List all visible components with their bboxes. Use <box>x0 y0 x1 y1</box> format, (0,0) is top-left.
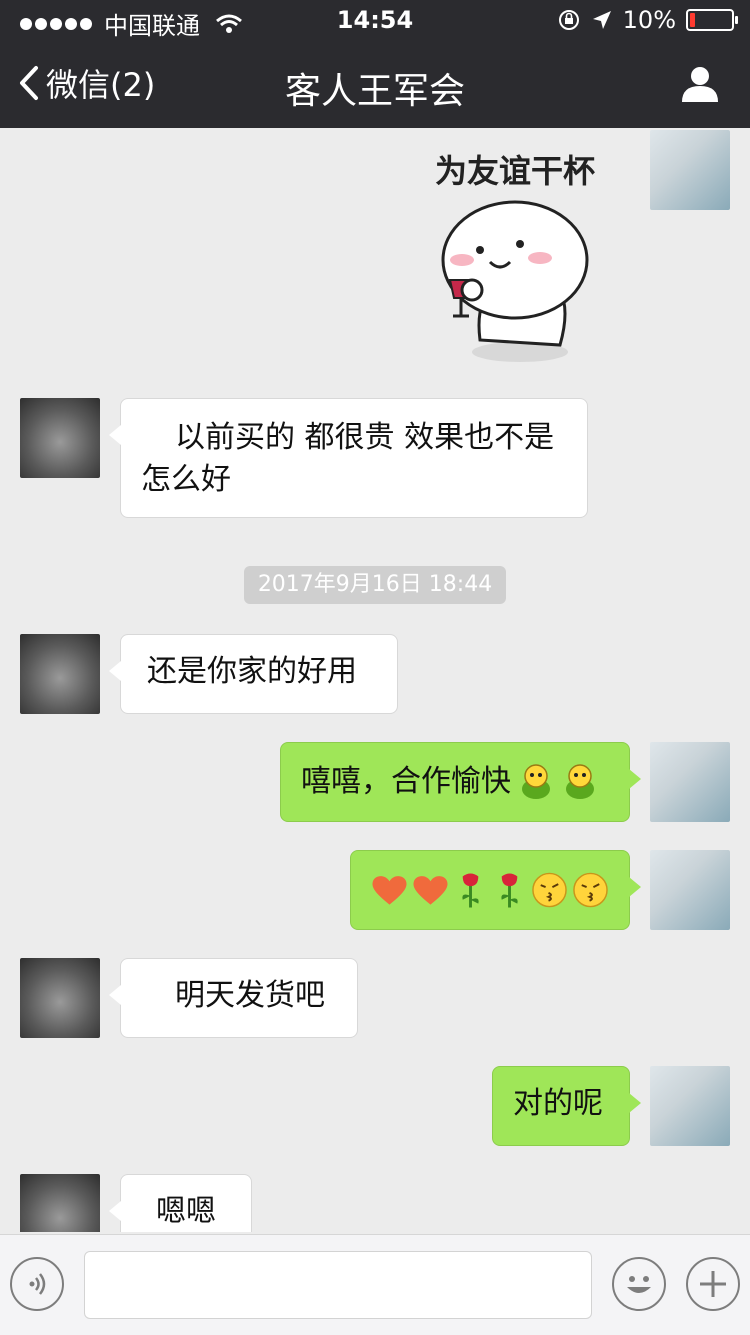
contact-avatar[interactable] <box>20 958 100 1038</box>
input-bar <box>0 1234 750 1335</box>
my-avatar[interactable] <box>650 130 730 210</box>
profile-button[interactable] <box>680 64 720 104</box>
my-avatar[interactable] <box>650 1066 730 1146</box>
my-avatar[interactable] <box>650 742 730 822</box>
incoming-message[interactable]: 明天发货吧 <box>109 958 358 1038</box>
location-arrow-icon <box>592 11 611 29</box>
smiley-icon <box>627 1276 651 1293</box>
kiss-face-icon <box>573 872 608 908</box>
emoji-button[interactable] <box>612 1257 666 1311</box>
status-indicators: 10% <box>557 6 738 34</box>
status-bar: 中国联通 14:54 10% <box>0 0 750 42</box>
contact-avatar[interactable] <box>20 1174 100 1232</box>
toast-sticker-icon <box>441 200 589 362</box>
contact-avatar[interactable] <box>20 634 100 714</box>
message-input[interactable] <box>84 1251 592 1319</box>
rotation-lock-icon <box>558 10 579 30</box>
outgoing-message[interactable]: 对的呢 <box>492 1066 641 1146</box>
frog-emoji-icon <box>566 764 594 799</box>
chat-header: 微信(2) 客人王军会 <box>0 42 750 128</box>
sticker-message[interactable]: 为友谊干杯 <box>420 140 610 370</box>
outgoing-message[interactable] <box>350 850 641 930</box>
plus-icon <box>700 1271 726 1297</box>
battery-icon <box>686 9 738 31</box>
voice-button[interactable] <box>10 1257 64 1311</box>
page-title: 客人王军会 <box>284 71 465 112</box>
voice-icon <box>29 1273 46 1295</box>
kiss-face-icon <box>532 872 567 908</box>
frog-emoji-icon <box>522 764 550 799</box>
outgoing-message[interactable]: 嘻嘻，合作愉快 <box>280 742 641 822</box>
heart-icon <box>413 876 448 905</box>
rose-icon <box>462 873 479 908</box>
my-avatar[interactable] <box>650 850 730 930</box>
heart-icon <box>372 876 407 905</box>
message-text: 嘻嘻，合作愉快 <box>301 764 511 799</box>
incoming-message[interactable]: 以前买的 都很贵 效果也不是怎么好 <box>109 398 588 518</box>
message-list[interactable]: 为友谊干杯 以前买的 都很贵 效果也不是怎么好 2017年9月16日 18:44… <box>0 128 750 1232</box>
more-button[interactable] <box>686 1257 740 1311</box>
incoming-message[interactable]: 还是你家的好用 <box>109 634 398 714</box>
battery-percent: 10% <box>622 6 676 34</box>
contact-avatar[interactable] <box>20 398 100 478</box>
rose-icon <box>501 873 518 908</box>
message-timestamp: 2017年9月16日 18:44 <box>244 566 506 604</box>
incoming-message[interactable]: 嗯嗯 <box>109 1174 252 1232</box>
